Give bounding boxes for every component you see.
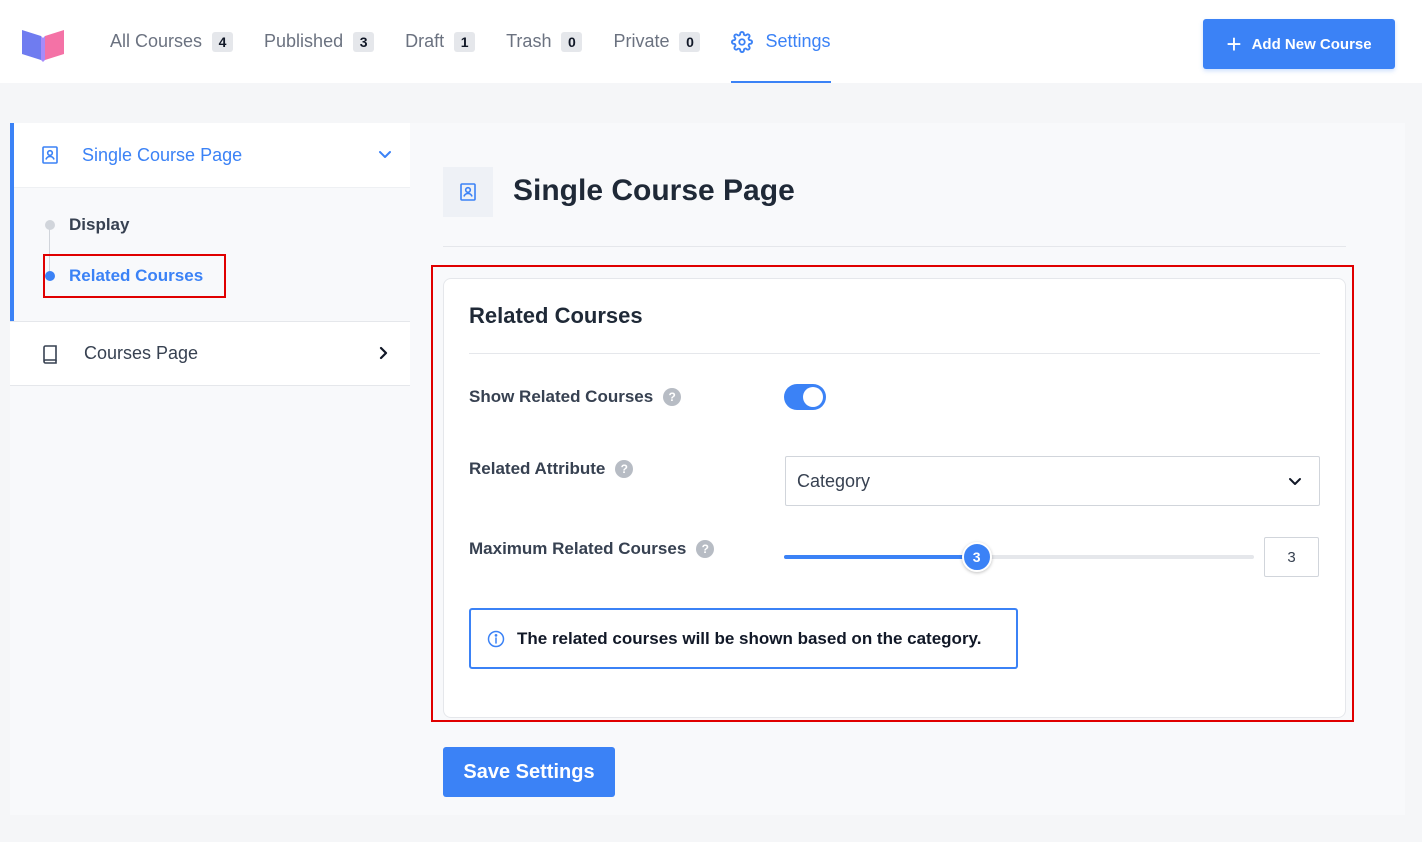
- tab-label: All Courses: [110, 31, 203, 51]
- course-tabs: All Courses 4 Published 3 Draft 1 Trash …: [110, 0, 862, 83]
- tab-trash[interactable]: Trash 0: [506, 0, 583, 83]
- toggle-knob: [803, 387, 823, 407]
- tab-label: Draft: [405, 31, 445, 51]
- plus-icon: +: [1226, 29, 1242, 59]
- tab-draft[interactable]: Draft 1: [405, 0, 476, 83]
- info-icon: [487, 630, 505, 647]
- top-navigation-bar: All Courses 4 Published 3 Draft 1 Trash …: [0, 0, 1422, 83]
- divider: [469, 353, 1320, 354]
- help-icon[interactable]: ?: [615, 460, 634, 478]
- contact-book-icon: [42, 146, 58, 164]
- sidebar-subitem-label: Related Courses: [69, 266, 204, 285]
- divider: [443, 246, 1346, 247]
- maximum-related-courses-slider[interactable]: 3: [784, 542, 1254, 572]
- page-title: Single Course Page: [513, 174, 795, 207]
- help-icon[interactable]: ?: [696, 540, 715, 558]
- count-badge: 1: [454, 31, 476, 52]
- gear-icon: [731, 30, 754, 53]
- count-badge: 3: [353, 31, 375, 52]
- chevron-down-icon: [1289, 478, 1301, 485]
- maximum-related-courses-input[interactable]: [1264, 537, 1319, 577]
- maximum-related-courses-label: Maximum Related Courses ?: [469, 539, 715, 559]
- info-notice: The related courses will be shown based …: [469, 608, 1018, 669]
- tab-private[interactable]: Private 0: [613, 0, 701, 83]
- slider-fill: [784, 555, 977, 559]
- help-icon[interactable]: ?: [663, 388, 682, 406]
- tab-label: Private: [613, 31, 670, 51]
- sidebar-subitem-display[interactable]: Display: [14, 215, 129, 235]
- count-badge: 0: [561, 31, 583, 52]
- save-settings-button[interactable]: Save Settings: [443, 747, 615, 797]
- notice-text: The related courses will be shown based …: [517, 628, 982, 648]
- add-new-course-button[interactable]: + Add New Course: [1203, 19, 1395, 69]
- chevron-down-icon: [379, 151, 391, 158]
- sidebar-subitem-related-courses[interactable]: Related Courses: [14, 266, 203, 286]
- count-badge: 0: [679, 31, 701, 52]
- page-icon-box: [443, 167, 493, 217]
- related-attribute-label: Related Attribute ?: [469, 459, 634, 479]
- count-badge: 4: [212, 31, 234, 52]
- bullet-dot: [45, 220, 55, 230]
- tab-published[interactable]: Published 3: [264, 0, 375, 83]
- sidebar-item-label: Single Course Page: [82, 144, 243, 165]
- field-label: Maximum Related Courses: [469, 539, 687, 558]
- show-related-courses-label: Show Related Courses ?: [469, 387, 682, 407]
- app-logo-icon: [22, 30, 64, 62]
- book-icon: [43, 344, 57, 364]
- contact-book-icon: [460, 183, 476, 201]
- settings-sidebar: Single Course Page Display Related Cours…: [10, 123, 410, 386]
- sidebar-subitem-label: Display: [69, 215, 130, 234]
- tab-all-courses[interactable]: All Courses 4: [110, 0, 234, 83]
- field-label: Show Related Courses: [469, 387, 654, 406]
- tab-label: Trash: [506, 31, 552, 51]
- field-label: Related Attribute: [469, 459, 606, 478]
- select-value: Category: [797, 470, 871, 491]
- sidebar-item-single-course-page[interactable]: Single Course Page: [14, 123, 410, 188]
- sidebar-item-courses-page[interactable]: Courses Page: [10, 321, 410, 386]
- add-new-course-label: Add New Course: [1251, 35, 1372, 53]
- related-attribute-select[interactable]: Category: [785, 456, 1320, 506]
- slider-thumb[interactable]: 3: [961, 542, 992, 572]
- sidebar-item-label: Courses Page: [84, 343, 199, 363]
- tab-label: Published: [264, 31, 344, 51]
- show-related-courses-toggle[interactable]: [784, 384, 826, 410]
- bullet-dot: [45, 271, 55, 281]
- card-title: Related Courses: [469, 303, 643, 328]
- tab-label: Settings: [765, 31, 831, 51]
- sidebar-section-single-course: Single Course Page Display Related Cours…: [10, 123, 410, 321]
- tab-settings[interactable]: Settings: [731, 0, 831, 83]
- chevron-right-icon: [379, 346, 388, 360]
